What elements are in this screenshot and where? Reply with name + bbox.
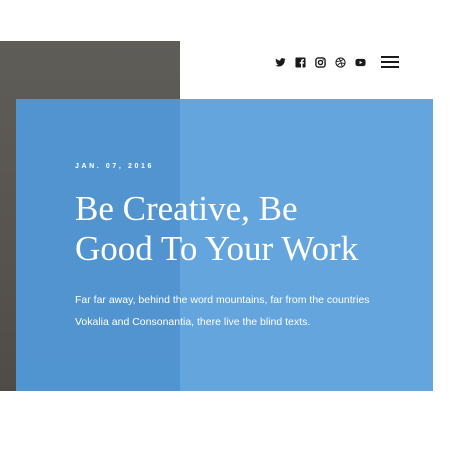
hero-excerpt-line-2: Vokalia and Consonantia, there live the …	[75, 316, 311, 328]
menu-bar-middle	[381, 61, 399, 63]
youtube-icon[interactable]	[355, 57, 366, 68]
facebook-icon[interactable]	[295, 56, 306, 68]
menu-bar-bottom	[381, 66, 399, 68]
twitter-icon[interactable]	[275, 57, 286, 68]
social-links-bar	[275, 54, 366, 70]
post-date: JAN. 07, 2016	[75, 163, 154, 170]
menu-bar-top	[381, 56, 399, 58]
hero-panel: JAN. 07, 2016 Be Creative, Be Good To Yo…	[16, 99, 433, 391]
hero-excerpt: Far far away, behind the word mountains,…	[75, 289, 415, 333]
hero-title-line-2: Good To Your Work	[75, 229, 359, 268]
hamburger-menu-icon[interactable]	[381, 56, 399, 68]
page: JAN. 07, 2016 Be Creative, Be Good To Yo…	[0, 0, 450, 450]
instagram-icon[interactable]	[315, 56, 326, 68]
dribbble-icon[interactable]	[335, 56, 346, 68]
hero-title-line-1: Be Creative, Be	[75, 189, 298, 228]
hero-excerpt-line-1: Far far away, behind the word mountains,…	[75, 294, 370, 306]
hero-title: Be Creative, Be Good To Your Work	[75, 189, 415, 269]
